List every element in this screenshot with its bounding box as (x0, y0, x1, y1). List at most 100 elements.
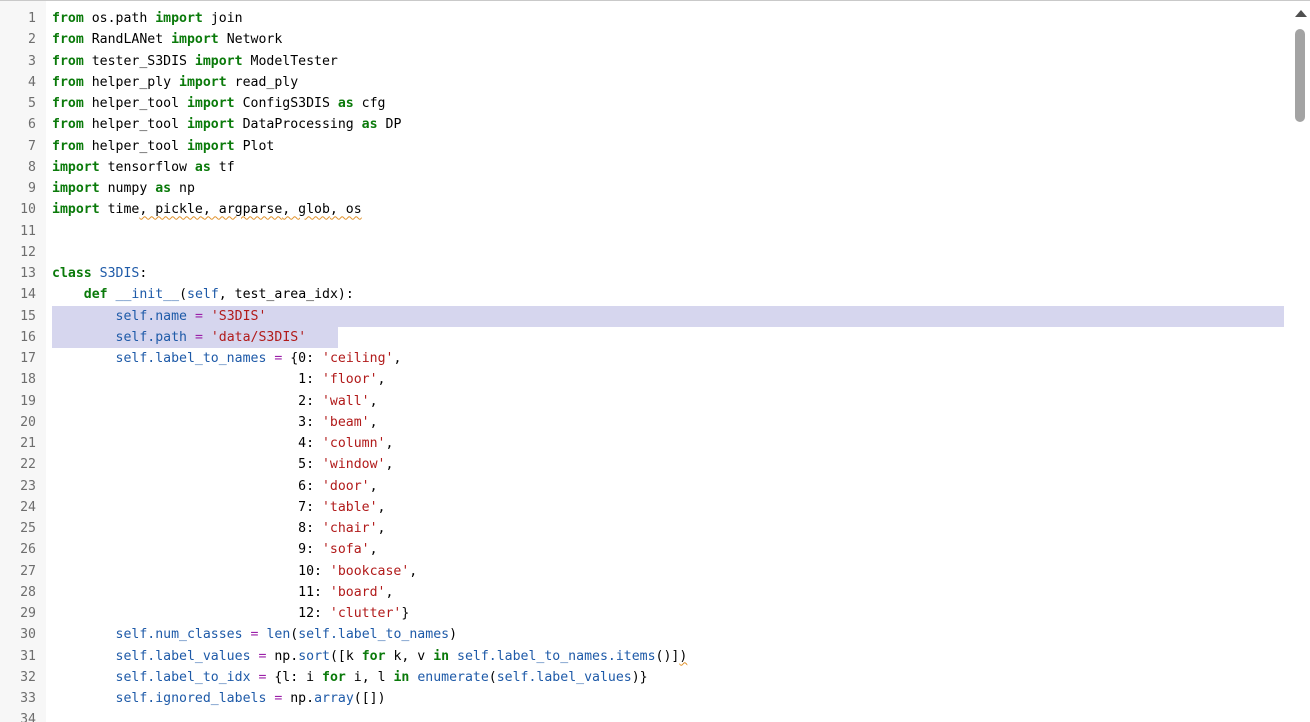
code-text[interactable]: 10: 'bookcase', (52, 561, 417, 582)
code-text[interactable]: self.num_classes = len(self.label_to_nam… (52, 624, 458, 645)
code-token: tester_S3DIS (83, 53, 195, 69)
code-line[interactable]: 20 3: 'beam', (0, 412, 1290, 433)
code-token: self.num_classes (115, 627, 243, 643)
code-text[interactable]: def __init__(self, test_area_idx): (52, 284, 354, 305)
code-text[interactable]: from helper_ply import read_ply (52, 72, 298, 93)
code-token: len (266, 627, 291, 643)
code-text[interactable]: self.label_to_names = {0: 'ceiling', (52, 348, 402, 369)
code-line[interactable]: 25 8: 'chair', (0, 518, 1290, 539)
code-text[interactable]: import tensorflow as tf (52, 157, 235, 178)
code-text[interactable]: from helper_tool import Plot (52, 136, 274, 157)
code-line[interactable]: 10 import time, pickle, argparse, glob, o… (0, 199, 1290, 220)
code-line[interactable]: 32 self.label_to_idx = {l: i for i, l in… (0, 667, 1290, 688)
code-line[interactable]: 19 2: 'wall', (0, 391, 1290, 412)
line-number: 21 (20, 436, 36, 451)
line-number: 19 (20, 393, 36, 409)
code-editor[interactable]: 1 from os.path import join 2 from RandLANet… (0, 0, 1310, 722)
code-text[interactable]: from helper_tool import DataProcessing a… (52, 114, 401, 135)
code-line[interactable]: 13 class S3DIS: (0, 263, 1290, 284)
code-text[interactable]: from tester_S3DIS import ModelTester (52, 51, 338, 72)
code-text[interactable]: 4: 'column', (52, 433, 393, 454)
code-line[interactable]: 2 from RandLANet import Network (0, 29, 1290, 50)
code-token: def (83, 287, 108, 303)
code-text[interactable]: 5: 'window', (52, 454, 393, 475)
code-token: self.label_to_names (115, 351, 267, 366)
code-text[interactable]: from os.path import join (52, 8, 243, 29)
code-token: import (186, 96, 235, 111)
code-line[interactable]: 7 from helper_tool import Plot (0, 136, 1290, 157)
code-line[interactable]: 6 from helper_tool import DataProcessing … (0, 114, 1290, 135)
code-line[interactable]: 27 10: 'bookcase', (0, 561, 1290, 582)
code-text[interactable]: self.label_values = np.sort([k for k, v … (52, 646, 688, 667)
code-token: 'window' (321, 457, 386, 473)
code-text[interactable]: self.ignored_labels = np.array([]) (52, 688, 386, 709)
code-token: import (171, 32, 219, 48)
code-line[interactable]: 23 6: 'door', (0, 476, 1290, 497)
code-line[interactable]: 17 self.label_to_names = {0: 'ceiling', (0, 348, 1290, 369)
code-token: 'chair' (321, 521, 378, 536)
code-text[interactable]: from RandLANet import Network (52, 29, 282, 50)
code-text[interactable]: import time, pickle, argparse, glob, os (52, 199, 362, 220)
code-token: = (194, 308, 203, 324)
code-text[interactable]: self.path = 'data/S3DIS' (52, 327, 307, 348)
code-token: import (186, 138, 235, 154)
code-text[interactable]: 1: 'floor', (52, 369, 385, 390)
code-text[interactable]: class S3DIS: (52, 263, 147, 284)
line-number: 2 (28, 32, 36, 48)
code-line[interactable]: 1 from os.path import join (0, 8, 1290, 29)
code-text[interactable]: 6: 'door', (52, 476, 377, 497)
code-line[interactable]: 8 import tensorflow as tf (0, 157, 1290, 178)
code-text[interactable]: 8: 'chair', (52, 518, 385, 539)
code-line[interactable]: 12 (0, 242, 1290, 263)
line-number: 9 (28, 181, 36, 196)
vertical-scrollbar[interactable] (1290, 1, 1310, 722)
code-token: import (155, 11, 203, 26)
code-text[interactable]: 3: 'beam', (52, 412, 377, 433)
code-line[interactable]: 5 from helper_tool import ConfigS3DIS as … (0, 93, 1290, 114)
code-token: } (401, 606, 410, 621)
scrollbar-thumb[interactable] (1295, 29, 1305, 122)
code-line[interactable]: 31 self.label_values = np.sort([k for k,… (0, 646, 1290, 667)
code-line[interactable]: 15 self.name = 'S3DIS' (0, 305, 1290, 327)
code-token: 10: (52, 563, 330, 579)
code-text[interactable]: 12: 'clutter'} (52, 603, 409, 624)
code-text[interactable]: from helper_tool import ConfigS3DIS as c… (52, 93, 386, 114)
code-line[interactable]: 33 self.ignored_labels = np.array([]) (0, 688, 1290, 709)
code-token: ) (449, 627, 458, 643)
code-token: , pickle (139, 202, 203, 218)
code-line[interactable]: 14 def __init__(self, test_area_idx): (0, 284, 1290, 305)
code-line[interactable]: 16 self.path = 'data/S3DIS' (0, 326, 1290, 348)
code-token: 'bookcase' (329, 563, 410, 579)
scroll-up-arrow-icon[interactable] (1295, 10, 1307, 17)
code-text[interactable]: import numpy as np (52, 178, 195, 199)
code-text[interactable]: 2: 'wall', (52, 391, 377, 412)
code-line[interactable]: 28 11: 'board', (0, 582, 1290, 603)
code-line[interactable]: 34 (0, 709, 1290, 722)
code-text[interactable]: self.name = 'S3DIS' (52, 306, 267, 327)
code-line[interactable]: 9 import numpy as np (0, 178, 1290, 199)
code-token: ([k (329, 648, 362, 664)
code-text[interactable]: 11: 'board', (52, 582, 393, 603)
code-line[interactable]: 18 1: 'floor', (0, 369, 1290, 390)
code-line[interactable]: 4 from helper_ply import read_ply (0, 72, 1290, 93)
code-token: np. (282, 691, 315, 706)
code-token: 8: (52, 521, 322, 536)
code-line[interactable]: 30 self.num_classes = len(self.label_to_… (0, 624, 1290, 645)
code-line[interactable]: 3 from tester_S3DIS import ModelTester (0, 51, 1290, 72)
line-number: 22 (20, 457, 36, 473)
code-line[interactable]: 21 4: 'column', (0, 433, 1290, 454)
code-text[interactable]: 7: 'table', (52, 497, 385, 518)
code-token: import (52, 159, 100, 175)
line-number: 27 (20, 563, 36, 579)
code-line[interactable]: 11 (0, 221, 1290, 242)
code-token: 12: (52, 606, 330, 621)
code-line[interactable]: 29 12: 'clutter'} (0, 603, 1290, 624)
code-text[interactable]: self.label_to_idx = {l: i for i, l in en… (52, 667, 648, 688)
code-line[interactable]: 22 5: 'window', (0, 454, 1290, 475)
code-line[interactable]: 26 9: 'sofa', (0, 539, 1290, 560)
code-text[interactable]: 9: 'sofa', (52, 539, 377, 560)
code-line[interactable]: 24 7: 'table', (0, 497, 1290, 518)
code-token: in (393, 669, 410, 685)
code-lines[interactable]: 1 from os.path import join 2 from RandLANet… (0, 8, 1290, 722)
